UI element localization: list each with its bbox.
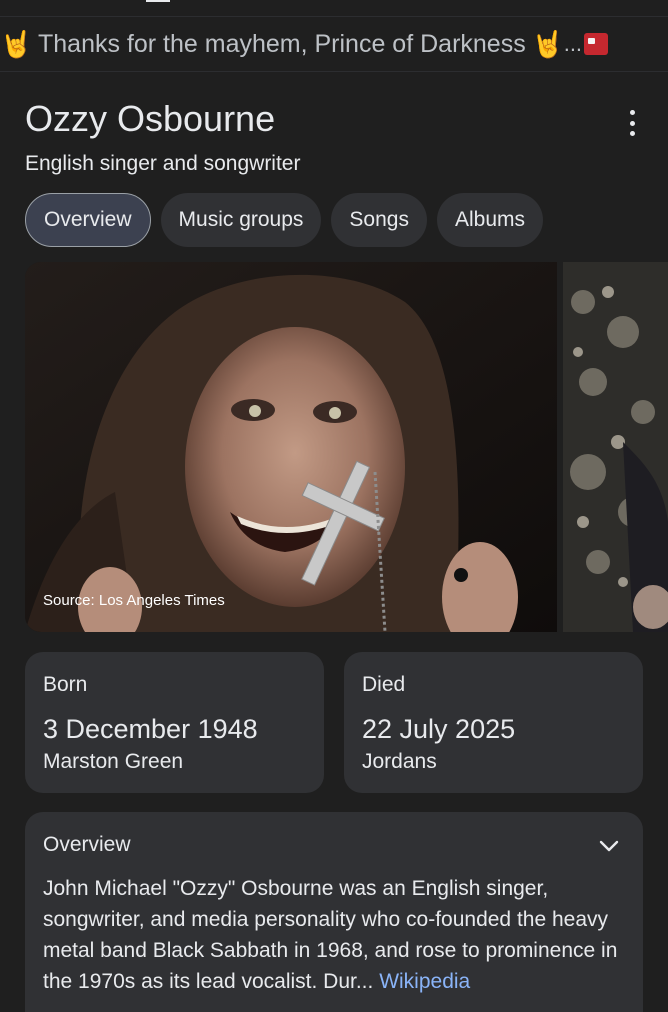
born-place: Marston Green xyxy=(43,750,184,773)
facts-row: Born 3 December 1948 Marston Green Died … xyxy=(25,652,643,793)
overview-card[interactable]: Overview John Michael "Ozzy" Osbourne wa… xyxy=(25,812,643,1012)
entity-description: English singer and songwriter xyxy=(25,152,301,175)
image-source: Source: Los Angeles Times xyxy=(43,592,225,609)
image-carousel[interactable]: Source: Los Angeles Times xyxy=(25,262,668,632)
chevron-down-icon[interactable] xyxy=(597,834,621,858)
died-date: 22 July 2025 xyxy=(362,714,516,744)
wikipedia-link[interactable]: Wikipedia xyxy=(379,970,470,993)
portrait-photo xyxy=(25,262,557,632)
died-place: Jordans xyxy=(362,750,437,773)
born-label: Born xyxy=(43,673,88,696)
panel-tabs: Overview Music groups Songs Albums xyxy=(25,193,543,247)
died-card[interactable]: Died 22 July 2025 Jordans xyxy=(344,652,643,793)
overview-heading: Overview xyxy=(43,833,131,856)
rock-hand-icon: 🤘 xyxy=(0,28,33,59)
knowledge-panel: Ozzy Osbourne English singer and songwri… xyxy=(0,72,668,1012)
entity-title: Ozzy Osbourne xyxy=(25,98,276,139)
train-icon xyxy=(584,33,609,55)
overview-text: John Michael "Ozzy" Osbourne was an Engl… xyxy=(43,873,633,997)
tab-music-groups[interactable]: Music groups xyxy=(160,193,322,247)
tab-indicator xyxy=(146,0,170,2)
secondary-photo-art xyxy=(563,262,668,632)
banner-ellipsis: ... xyxy=(563,31,583,56)
rock-hand-icon-right: 🤘 xyxy=(531,28,565,59)
born-card[interactable]: Born 3 December 1948 Marston Green xyxy=(25,652,324,793)
tab-albums[interactable]: Albums xyxy=(436,193,543,247)
tab-overview[interactable]: Overview xyxy=(25,193,151,247)
overview-description: John Michael "Ozzy" Osbourne was an Engl… xyxy=(43,877,618,993)
doodle-banner[interactable]: 🤘 Thanks for the mayhem, Prince of Darkn… xyxy=(0,17,668,72)
born-date: 3 December 1948 xyxy=(43,714,258,744)
secondary-photo[interactable] xyxy=(563,262,668,632)
top-tab-strip xyxy=(0,0,668,17)
banner-text: Thanks for the mayhem, Prince of Darknes… xyxy=(38,29,526,58)
more-options-icon[interactable] xyxy=(620,110,644,136)
died-label: Died xyxy=(362,673,406,696)
main-photo[interactable]: Source: Los Angeles Times xyxy=(25,262,557,632)
tab-songs[interactable]: Songs xyxy=(331,193,427,247)
